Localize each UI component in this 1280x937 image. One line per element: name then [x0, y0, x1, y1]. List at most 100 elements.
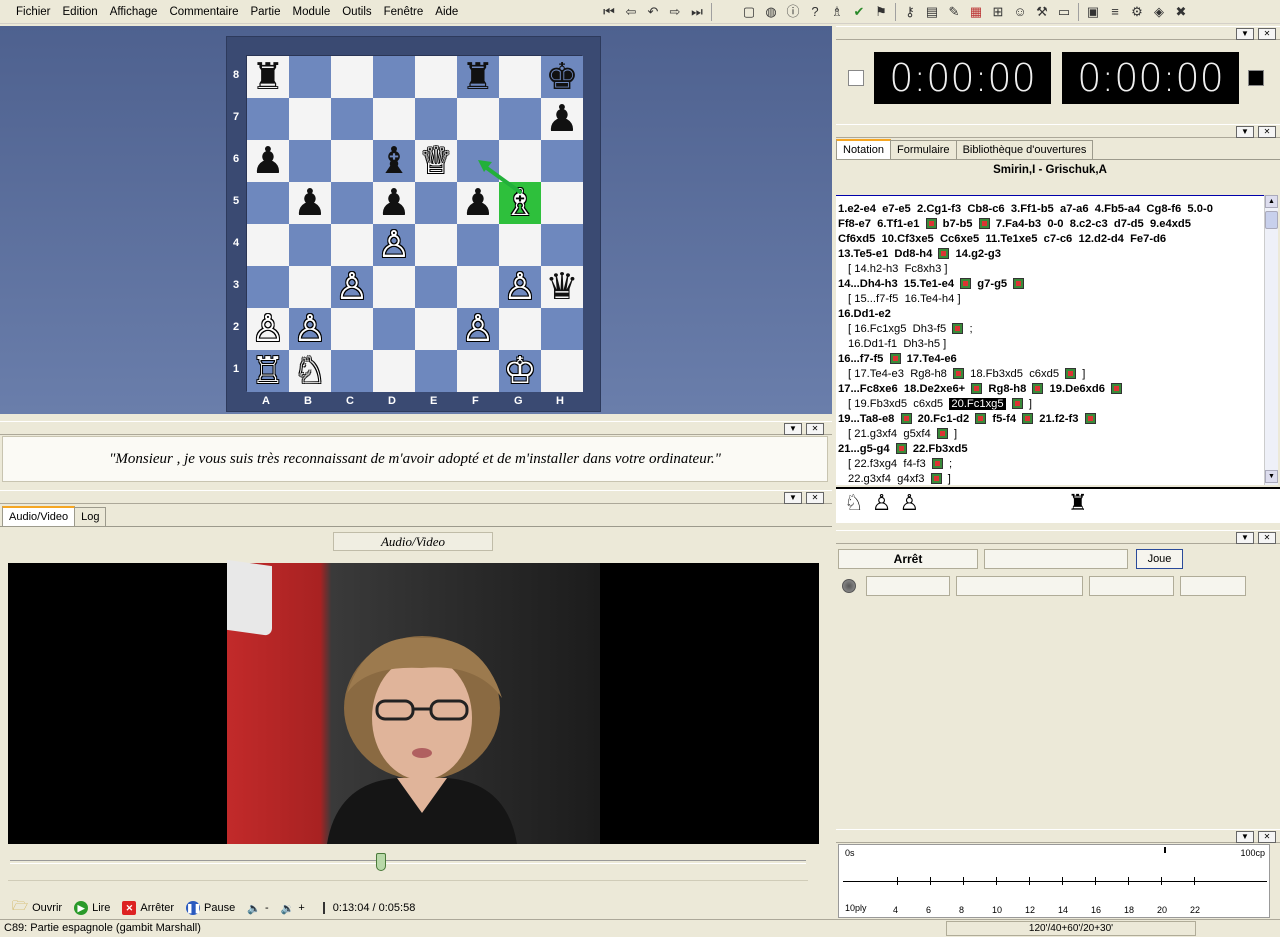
square-a4[interactable]: [247, 224, 289, 266]
piece-h8[interactable]: ♚: [545, 56, 578, 98]
globe-icon[interactable]: ◍: [760, 2, 782, 22]
square-c6[interactable]: [331, 140, 373, 182]
piece-b1[interactable]: ♘: [293, 350, 326, 392]
notation-scrollbar[interactable]: ▲ ▼: [1264, 195, 1278, 485]
square-f7[interactable]: [457, 98, 499, 140]
square-c2[interactable]: [331, 308, 373, 350]
seek-bar[interactable]: [10, 860, 806, 864]
menu-6[interactable]: Outils: [336, 1, 377, 23]
notation-line[interactable]: [ 22.f3xg4 f4-f3 ;: [838, 457, 1262, 472]
square-a1[interactable]: ♖: [247, 350, 289, 392]
square-c1[interactable]: [331, 350, 373, 392]
save-icon[interactable]: ▣: [1082, 2, 1104, 22]
menu-2[interactable]: Affichage: [104, 1, 164, 23]
notation-line[interactable]: 14...Dh4-h3 15.Te1-e4 g7-g5: [838, 277, 1262, 292]
square-h1[interactable]: [541, 350, 583, 392]
tab-audio-video[interactable]: Audio/Video: [2, 506, 76, 526]
engine-play-button[interactable]: Joue: [1136, 549, 1183, 569]
engine-stop-button[interactable]: Arrêt: [838, 549, 978, 569]
dropdown-icon[interactable]: ▼: [784, 492, 802, 504]
piece-d4[interactable]: ♙: [377, 224, 410, 266]
square-e3[interactable]: [415, 266, 457, 308]
first-move-icon[interactable]: ⏮: [598, 2, 620, 22]
square-e6[interactable]: ♕: [415, 140, 457, 182]
square-g8[interactable]: [499, 56, 541, 98]
square-d8[interactable]: [373, 56, 415, 98]
piece-c3[interactable]: ♙: [335, 266, 368, 308]
annotation-icon[interactable]: [925, 218, 937, 229]
notation-line[interactable]: 19...Ta8-e8 20.Fc1-d2 f5-f4 21.f2-f3: [838, 412, 1262, 427]
dropdown-icon[interactable]: ▼: [1236, 831, 1254, 843]
cube-icon[interactable]: ◈: [1148, 2, 1170, 22]
notation-line[interactable]: Cf6xd5 10.Cf3xe5 Cc6xe5 11.Te1xe5 c7-c6 …: [838, 232, 1262, 247]
dropdown-icon[interactable]: ▼: [1236, 28, 1254, 40]
piece-g3[interactable]: ♙: [503, 266, 536, 308]
square-e8[interactable]: [415, 56, 457, 98]
square-f4[interactable]: [457, 224, 499, 266]
notation-line[interactable]: [ 19.Fb3xd5 c6xd5 20.Fc1xg5 ]: [838, 397, 1262, 412]
square-f3[interactable]: [457, 266, 499, 308]
square-b5[interactable]: ♟: [289, 182, 331, 224]
menu-5[interactable]: Module: [287, 1, 337, 23]
square-a2[interactable]: ♙: [247, 308, 289, 350]
volume-down-button[interactable]: 🔈 -: [243, 902, 272, 915]
square-d5[interactable]: ♟: [373, 182, 415, 224]
stop-button[interactable]: ✕ Arrêter: [118, 901, 178, 915]
piece-b2[interactable]: ♙: [293, 308, 326, 350]
annotation-icon[interactable]: [978, 218, 990, 229]
options-icon[interactable]: ≡: [1104, 2, 1126, 22]
dropdown-icon[interactable]: ▼: [1236, 126, 1254, 138]
square-h8[interactable]: ♚: [541, 56, 583, 98]
close-icon[interactable]: ✕: [806, 423, 824, 435]
board-icon[interactable]: ♗: [826, 2, 848, 22]
piece-f8[interactable]: ♜: [461, 56, 494, 98]
square-b1[interactable]: ♘: [289, 350, 331, 392]
person-icon[interactable]: ☺: [1009, 2, 1031, 22]
close-icon[interactable]: ✕: [1258, 831, 1276, 843]
annotation-icon[interactable]: [1111, 383, 1123, 394]
info-icon[interactable]: ⓘ: [782, 2, 804, 22]
square-d3[interactable]: [373, 266, 415, 308]
square-g3[interactable]: ♙: [499, 266, 541, 308]
piece-a6[interactable]: ♟: [251, 140, 284, 182]
square-b4[interactable]: [289, 224, 331, 266]
square-e7[interactable]: [415, 98, 457, 140]
annotation-icon[interactable]: [1084, 413, 1096, 424]
tab-log[interactable]: Log: [74, 507, 107, 527]
square-h6[interactable]: [541, 140, 583, 182]
square-a6[interactable]: ♟: [247, 140, 289, 182]
annotation-icon[interactable]: [931, 458, 943, 469]
annotation-icon[interactable]: [938, 248, 950, 259]
square-d6[interactable]: ♝: [373, 140, 415, 182]
calendar-icon[interactable]: ▦: [965, 2, 987, 22]
key-icon[interactable]: ⚷: [899, 2, 921, 22]
annotation-icon[interactable]: [1032, 383, 1044, 394]
last-move-icon[interactable]: ⏭: [686, 2, 708, 22]
book-icon[interactable]: ▤: [921, 2, 943, 22]
square-h4[interactable]: [541, 224, 583, 266]
notation-line[interactable]: 17...Fc8xe6 18.De2xe6+ Rg8-h8 19.De6xd6: [838, 382, 1262, 397]
square-e2[interactable]: [415, 308, 457, 350]
tab-formulaire[interactable]: Formulaire: [889, 140, 957, 160]
square-f8[interactable]: ♜: [457, 56, 499, 98]
notation-line[interactable]: 16...f7-f5 17.Te4-e6: [838, 352, 1262, 367]
chess-board[interactable]: ♜ ♜ ♚ ♟ ♟ ♝ ♕ ♟ ♟ ♟ ♗ ♙ ♙ ♙ ♛ ♙ ♙ ♙ ♖ ♘ ♔: [246, 55, 583, 392]
square-g4[interactable]: [499, 224, 541, 266]
piece-f2[interactable]: ♙: [461, 308, 494, 350]
notation-line[interactable]: 1.e2-e4 e7-e5 2.Cg1-f3 Cb8-c6 3.Ff1-b5 a…: [838, 202, 1262, 217]
piece-a8[interactable]: ♜: [251, 56, 284, 98]
square-h3[interactable]: ♛: [541, 266, 583, 308]
square-b2[interactable]: ♙: [289, 308, 331, 350]
square-c4[interactable]: [331, 224, 373, 266]
annotation-icon[interactable]: [971, 383, 983, 394]
piece-g1[interactable]: ♔: [503, 350, 536, 392]
notation-line[interactable]: 13.Te5-e1 Dd8-h4 14.g2-g3: [838, 247, 1262, 262]
back-variation-icon[interactable]: ↶: [642, 2, 664, 22]
square-h2[interactable]: [541, 308, 583, 350]
seek-thumb[interactable]: [376, 853, 387, 871]
square-g2[interactable]: [499, 308, 541, 350]
video-player[interactable]: [8, 559, 819, 844]
menu-1[interactable]: Edition: [57, 1, 104, 23]
square-d4[interactable]: ♙: [373, 224, 415, 266]
question-icon[interactable]: ?: [804, 2, 826, 22]
